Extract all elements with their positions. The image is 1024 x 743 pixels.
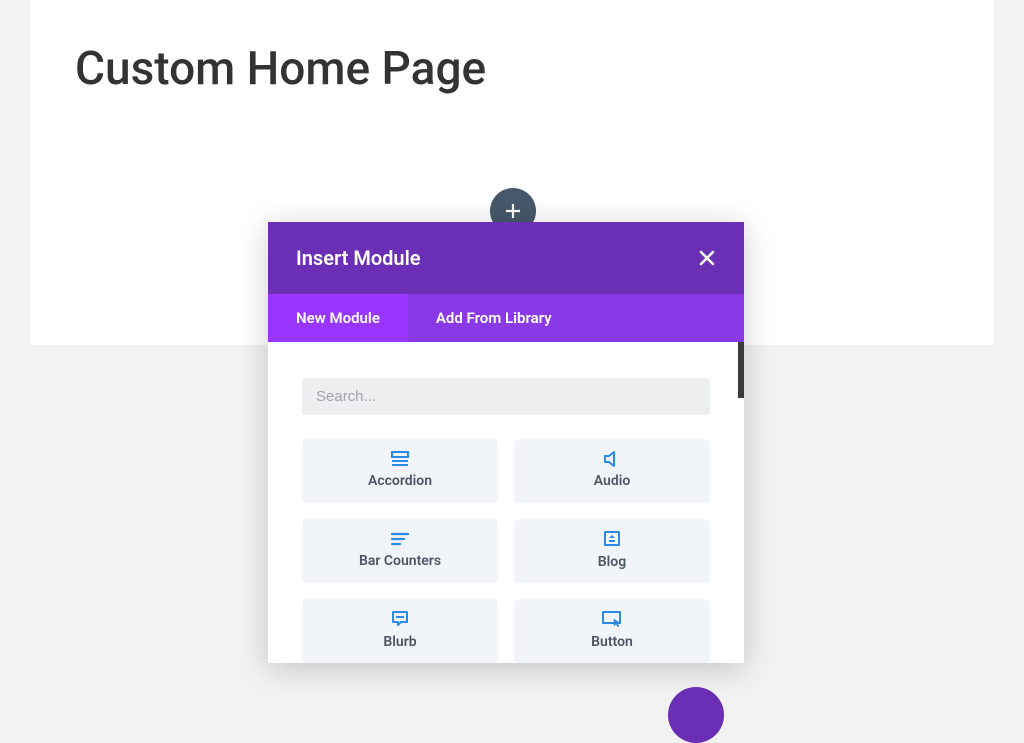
- tab-add-from-library[interactable]: Add From Library: [408, 294, 580, 342]
- close-button[interactable]: [698, 249, 716, 267]
- insert-module-modal: Insert Module New Module Add From Librar…: [268, 222, 744, 663]
- plus-icon: [503, 201, 523, 221]
- blurb-icon: [390, 610, 410, 628]
- modal-body: Accordion Audio Bar Coun: [268, 342, 744, 663]
- module-label: Blog: [598, 554, 626, 570]
- blog-icon: [602, 530, 622, 548]
- module-accordion[interactable]: Accordion: [302, 439, 498, 503]
- module-blog[interactable]: Blog: [514, 519, 710, 583]
- bar-counters-icon: [390, 531, 410, 547]
- page-title: Custom Home Page: [75, 42, 486, 96]
- modal-tabs: New Module Add From Library: [268, 294, 744, 342]
- bottom-fab[interactable]: [668, 687, 724, 743]
- search-input[interactable]: [302, 378, 710, 415]
- tab-new-module[interactable]: New Module: [268, 294, 408, 342]
- module-blurb[interactable]: Blurb: [302, 599, 498, 663]
- module-button[interactable]: Button: [514, 599, 710, 663]
- module-label: Blurb: [383, 634, 416, 650]
- module-audio[interactable]: Audio: [514, 439, 710, 503]
- accordion-icon: [390, 451, 410, 467]
- modal-title: Insert Module: [296, 246, 421, 270]
- modal-header: Insert Module: [268, 222, 744, 294]
- module-label: Bar Counters: [359, 553, 441, 569]
- module-bar-counters[interactable]: Bar Counters: [302, 519, 498, 583]
- audio-icon: [602, 451, 622, 467]
- scrollbar-thumb[interactable]: [738, 342, 744, 398]
- module-grid: Accordion Audio Bar Coun: [302, 439, 710, 663]
- module-label: Accordion: [368, 473, 432, 489]
- button-icon: [601, 610, 623, 628]
- close-icon: [698, 249, 716, 267]
- module-label: Audio: [594, 473, 631, 489]
- module-label: Button: [591, 634, 633, 650]
